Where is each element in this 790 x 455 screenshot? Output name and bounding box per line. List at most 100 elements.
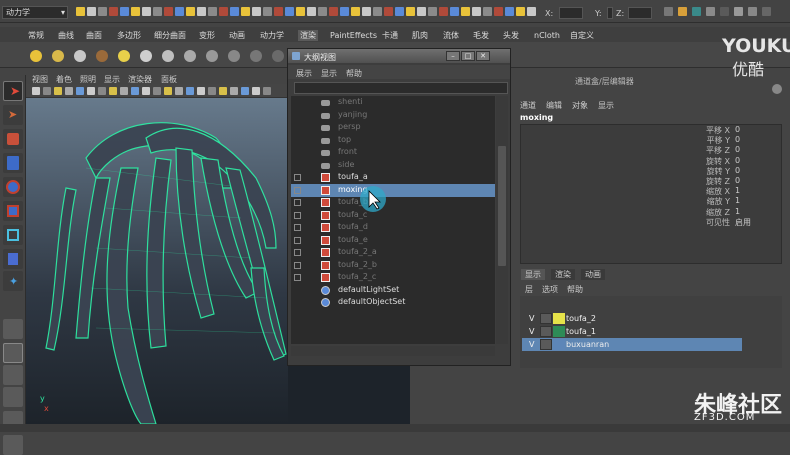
viewport-toolbar-icon[interactable] [241,87,249,95]
lasso-tool-icon[interactable]: ➤ [3,105,23,125]
toolbar-icon[interactable] [109,7,118,16]
y-field[interactable] [607,7,613,19]
layer-template-toggle[interactable] [540,339,552,350]
expand-icon[interactable] [294,261,301,269]
toolbar-icon[interactable] [720,7,729,16]
outliner-item[interactable]: defaultLightSet [291,284,495,297]
toolbar-icon[interactable] [186,7,195,16]
layer-tab-anim[interactable]: 动画 [581,269,605,280]
toolbar-icon[interactable] [175,7,184,16]
outliner-menu-help[interactable]: 帮助 [346,68,362,79]
outliner-horizontal-scrollbar[interactable] [291,346,495,356]
shelf-tab[interactable]: 多边形 [117,30,141,41]
toolbar-icon[interactable] [296,7,305,16]
select-tool-icon[interactable]: ➤ [3,81,23,101]
shelf-tab[interactable]: 动画 [229,30,245,41]
x-field[interactable] [559,7,583,19]
toolbar-icon[interactable] [252,7,261,16]
attribute-value[interactable]: 0 [735,125,740,134]
attribute-value[interactable]: 1 [735,196,740,205]
toolbar-icon[interactable] [406,7,415,16]
viewport-toolbar-icon[interactable] [230,87,238,95]
toolbar-icon[interactable] [197,7,206,16]
expand-icon[interactable] [294,174,301,181]
toolbar-icon[interactable] [395,7,404,16]
viewport-toolbar-icon[interactable] [175,87,183,95]
outliner-item[interactable]: toufa_b [291,196,495,209]
toolbar-icon[interactable] [748,7,757,16]
toolbar-icon[interactable] [373,7,382,16]
viewport-toolbar-icon[interactable] [76,87,84,95]
z-field[interactable] [628,7,652,19]
toolbar-icon[interactable] [120,7,129,16]
layer-row[interactable]: Vtoufa_1 [522,325,742,338]
outliner-item[interactable]: toufa_2_c [291,271,495,284]
mode-select[interactable]: 动力学 ▾ [2,6,68,19]
viewport-toolbar-icon[interactable] [131,87,139,95]
shelf-tool-icon[interactable] [272,50,284,62]
toolbar-icon[interactable] [219,7,228,16]
viewport-toolbar-icon[interactable] [208,87,216,95]
cb-menu-channels[interactable]: 通道 [520,100,536,111]
cb-menu-show[interactable]: 显示 [598,100,614,111]
toolbar-icon[interactable] [142,7,151,16]
attribute-value[interactable]: 1 [735,186,740,195]
last-tool-icon[interactable] [3,249,23,269]
manipulator-tool-icon[interactable] [3,225,23,245]
shelf-tab[interactable]: 毛发 [473,30,489,41]
layer-color-swatch[interactable] [553,313,565,324]
outliner-item[interactable]: top [291,134,495,147]
viewport-toolbar-icon[interactable] [263,87,271,95]
shelf-tab[interactable]: PaintEffects [330,30,377,41]
shelf-tab[interactable]: nCloth [534,30,560,41]
layout-single-icon[interactable] [3,319,23,339]
shelf-tool-icon[interactable] [140,50,152,62]
toolbar-icon[interactable] [230,7,239,16]
layout-outliner-icon[interactable] [3,387,23,407]
outliner-item[interactable]: yanjing [291,109,495,122]
toolbar-icon[interactable] [263,7,272,16]
viewport-toolbar-icon[interactable] [43,87,51,95]
shelf-tool-icon[interactable] [30,50,42,62]
outliner-item[interactable]: toufa_2_b [291,259,495,272]
outliner-item[interactable]: persp [291,121,495,134]
toolbar-icon[interactable] [483,7,492,16]
toolbar-icon[interactable] [164,7,173,16]
viewport-toolbar-icon[interactable] [54,87,62,95]
layer-row[interactable]: Vbuxuanran [522,338,742,351]
shelf-tab[interactable]: 细分曲面 [154,30,186,41]
shelf-tab[interactable]: 渲染 [298,30,318,41]
viewport-toolbar-icon[interactable] [197,87,205,95]
toolbar-icon[interactable] [439,7,448,16]
viewport-toolbar-icon[interactable] [153,87,161,95]
shelf-tab[interactable]: 自定义 [570,30,594,41]
attribute-value[interactable]: 启用 [735,217,751,228]
shelf-tab[interactable]: 肌肉 [412,30,428,41]
toolbar-icon[interactable] [734,7,743,16]
shelf-tool-icon[interactable] [250,50,262,62]
shelf-tool-icon[interactable] [52,50,64,62]
viewport-toolbar-icon[interactable] [142,87,150,95]
layer-template-toggle[interactable] [540,313,552,324]
expand-icon[interactable] [294,236,301,244]
shelf-tool-icon[interactable] [184,50,196,62]
outliner-item[interactable]: defaultObjectSet [291,296,495,309]
shelf-tool-icon[interactable] [228,50,240,62]
toolbar-icon[interactable] [285,7,294,16]
viewport-toolbar-icon[interactable] [120,87,128,95]
shelf-tab[interactable]: 头发 [503,30,519,41]
viewport-toolbar-icon[interactable] [98,87,106,95]
toolbar-icon[interactable] [274,7,283,16]
shelf-tab[interactable]: 动力学 [260,30,284,41]
rotate-tool-icon[interactable] [3,177,23,197]
move-tool-icon[interactable] [3,153,23,173]
attribute-value[interactable]: 1 [735,207,740,216]
shelf-tab[interactable]: 曲面 [86,30,102,41]
outliner-item[interactable]: toufa_a [291,171,495,184]
toolbar-icon[interactable] [516,7,525,16]
toolbar-icon[interactable] [131,7,140,16]
expand-icon[interactable] [294,249,301,256]
soft-mod-tool-icon[interactable]: ✦ [3,271,23,291]
layer-color-swatch[interactable] [553,339,565,350]
toolbar-icon[interactable] [505,7,514,16]
